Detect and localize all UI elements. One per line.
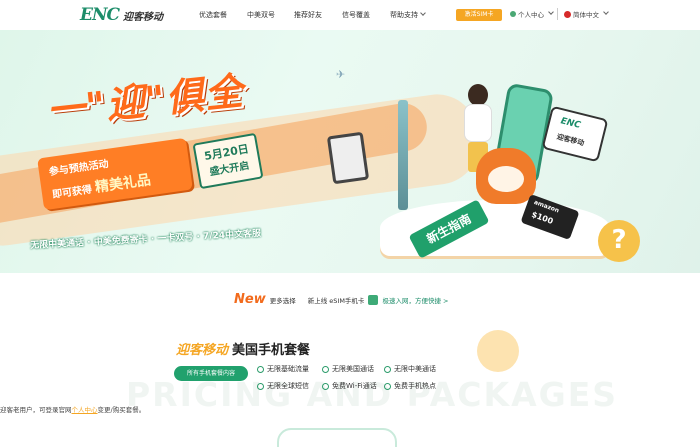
header-divider [557, 8, 558, 20]
student-head [468, 84, 488, 106]
wifi-icon [322, 382, 329, 390]
chevron-down-icon [603, 9, 609, 15]
new-badge: New [234, 292, 266, 307]
announcement-launch: 新上线 eSIM手机卡 [307, 296, 365, 305]
student-body [464, 104, 492, 142]
user-center-menu[interactable]: 个人中心 [510, 9, 554, 19]
china-flag-icon [564, 10, 571, 18]
promo-line-1: 参与预热活动 [48, 158, 110, 179]
announcement-prefix: 更多选择 [269, 296, 296, 305]
feature-item: 无限基础流量 [257, 364, 309, 374]
nav-refer-friend[interactable]: 推荐好友 [294, 10, 322, 20]
announcement-link[interactable]: 极速入网，方便快捷 > [382, 295, 448, 305]
top-header: ENC 迎客移动 优选套餐 中美双号 推荐好友 信号覆盖 帮助支持 激活SIM卡… [0, 0, 700, 30]
feature-label: 无限中美通话 [394, 365, 436, 373]
fox-mascot-illustration [476, 148, 536, 204]
phone-icon [322, 365, 329, 373]
card-logo: ENC [559, 116, 582, 131]
site-logo[interactable]: ENC 迎客移动 [80, 5, 163, 25]
user-center-label: 个人中心 [518, 11, 544, 19]
note-suffix: 变更/购买套餐。 [97, 406, 146, 414]
language-label: 简体中文 [573, 11, 599, 19]
user-icon [510, 11, 516, 17]
packages-title: 美国手机套餐 [232, 343, 311, 358]
sim-card-illustration: ENC 迎客移动 [541, 105, 609, 163]
feature-label: 免费手机热点 [394, 382, 436, 390]
data-icon [257, 365, 264, 373]
banner-slogan: 一"迎"俱全 [44, 68, 246, 134]
esim-announcement[interactable]: New 更多选择 新上线 eSIM手机卡 极速入网，方便快捷 > [234, 292, 448, 307]
activate-sim-button[interactable]: 激活SIM卡 [456, 9, 502, 21]
packages-brand: 迎客移动 [176, 343, 229, 358]
feature-item: 免费手机热点 [384, 381, 436, 391]
chevron-down-icon [420, 10, 426, 16]
feature-item: 无限美国通话 [322, 364, 374, 374]
promo-prefix: 即可获得 [51, 184, 93, 201]
promo-highlight: 精美礼品 [94, 172, 152, 196]
feature-item: 无限全球短信 [257, 381, 309, 391]
hotspot-icon [384, 382, 391, 390]
page: ENC 迎客移动 优选套餐 中美双号 推荐好友 信号覆盖 帮助支持 激活SIM卡… [0, 0, 700, 447]
feature-label: 免费Wi-Fi通话 [332, 382, 377, 390]
logo-mark: ENC [80, 5, 120, 25]
nav-coverage[interactable]: 信号覆盖 [342, 10, 370, 20]
language-selector[interactable]: 简体中文 [564, 9, 609, 19]
tablet-illustration [326, 131, 370, 185]
feature-item: 无限中美通话 [384, 364, 436, 374]
chevron-down-icon [548, 9, 554, 15]
feature-item: 免费Wi-Fi通话 [322, 381, 377, 391]
nav-help-label: 帮助支持 [390, 11, 418, 19]
nav-help[interactable]: 帮助支持 [390, 10, 426, 20]
feature-label: 无限全球短信 [267, 382, 309, 390]
feature-label: 无限基础流量 [267, 365, 309, 373]
user-center-link[interactable]: 个人中心 [72, 406, 98, 414]
decorative-circle [477, 330, 519, 372]
note-prefix: 迎客老用户，可登录官网 [0, 406, 72, 414]
sms-icon [257, 382, 264, 390]
all-plans-button[interactable]: 所有手机套餐内容 [174, 366, 248, 381]
question-mark-icon: ? [598, 220, 640, 262]
nav-plans[interactable]: 优选套餐 [199, 10, 227, 20]
hero-banner[interactable]: ✈ 一"迎"俱全 参与预热活动 即可获得 精美礼品 5月20日 盛大开启 无限中… [0, 30, 700, 273]
logo-text: 迎客移动 [123, 11, 164, 23]
plan-card-outline [277, 428, 397, 447]
mascot-face [488, 166, 524, 192]
feature-label: 无限美国通话 [332, 365, 374, 373]
card-subtitle: 迎客移动 [555, 132, 585, 148]
packages-heading: 迎客移动 美国手机套餐 [176, 339, 310, 358]
paper-plane-icon: ✈ [336, 68, 346, 81]
phone-icon [384, 365, 391, 373]
nav-dual-number[interactable]: 中美双号 [247, 10, 275, 20]
sim-card-icon [368, 294, 379, 305]
landmark-tower-illustration [398, 100, 408, 210]
existing-user-note: 迎客老用户，可登录官网个人中心变更/购买套餐。 [0, 404, 145, 414]
